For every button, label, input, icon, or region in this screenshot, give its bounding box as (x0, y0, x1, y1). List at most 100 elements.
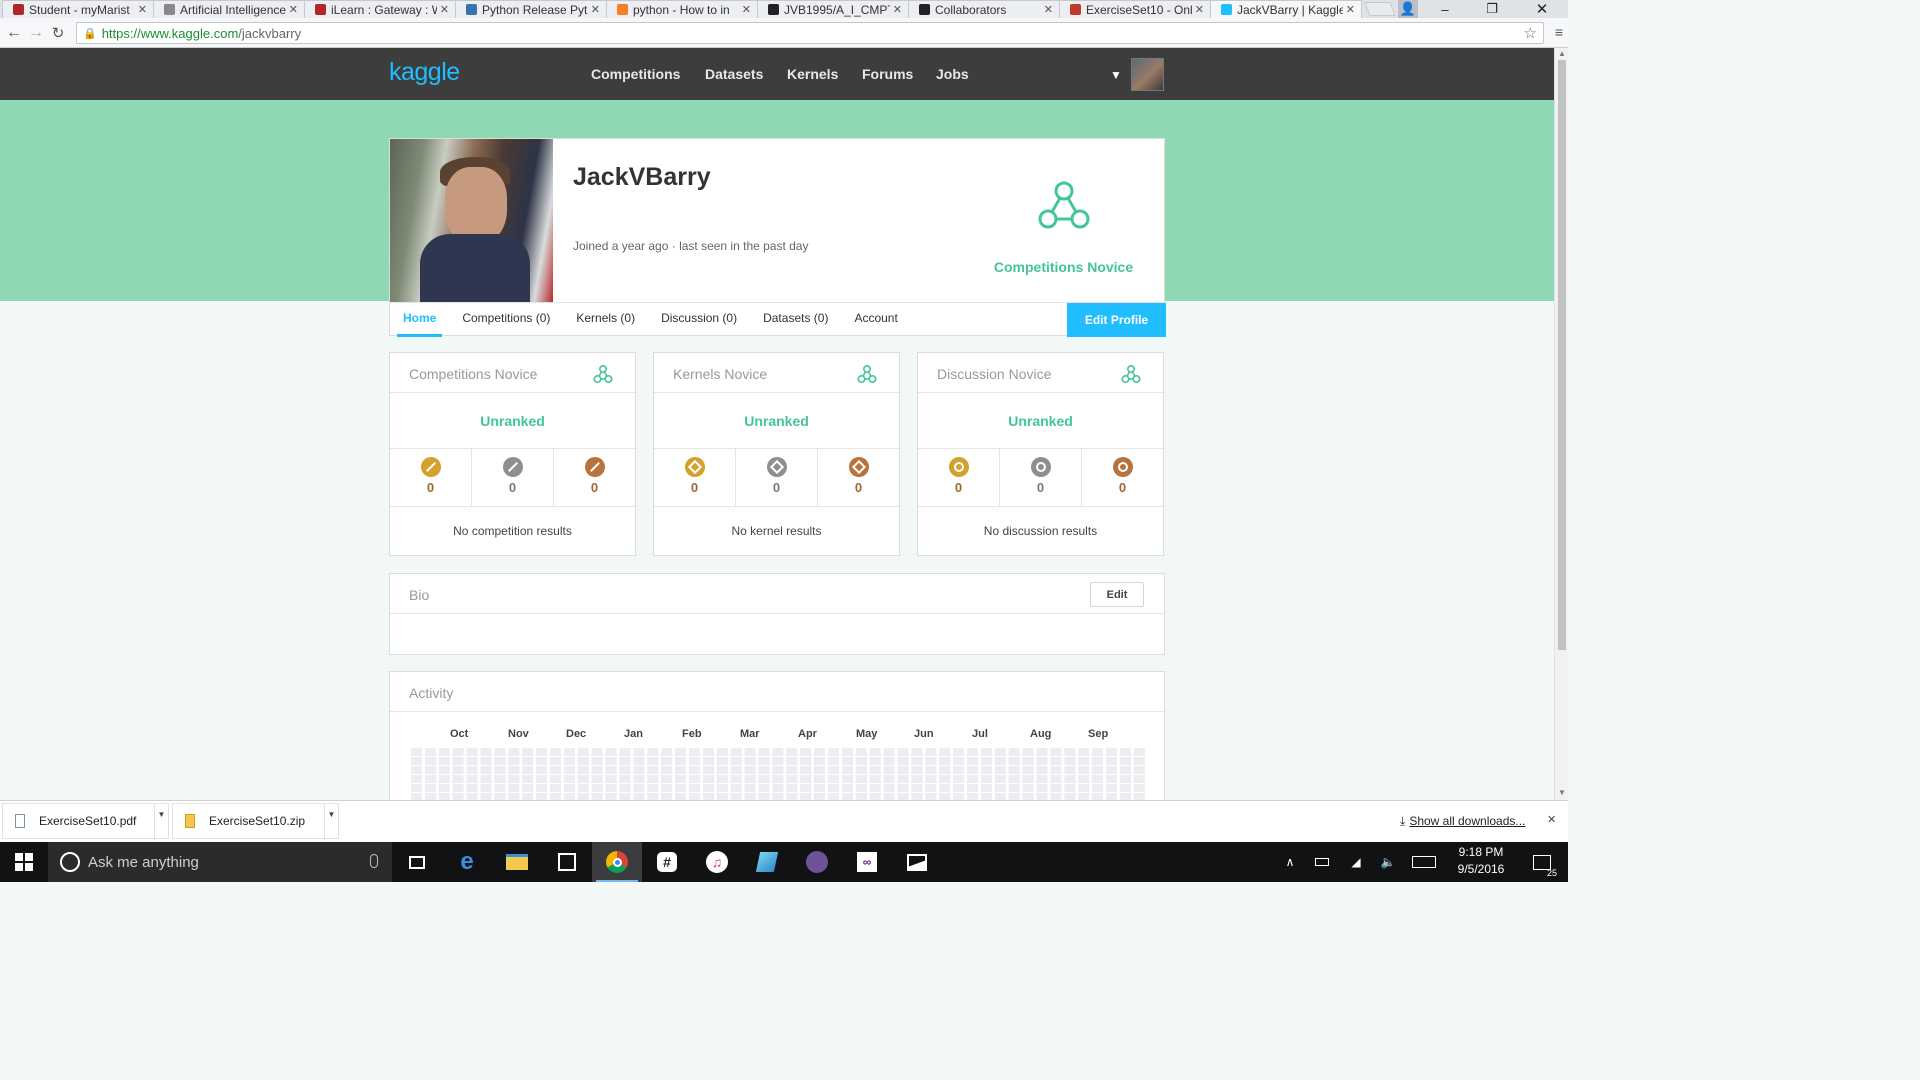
photos-button[interactable] (892, 842, 942, 882)
minimize-button[interactable]: – (1430, 0, 1460, 18)
activity-day-cell (633, 766, 645, 774)
show-all-downloads-link[interactable]: ⤓ Show all downloads... (1400, 814, 1525, 829)
windows-logo-icon (15, 853, 33, 871)
start-button[interactable] (0, 842, 48, 882)
itunes-button[interactable]: ♫ (692, 842, 742, 882)
download-menu-chevron-icon[interactable]: ▼ (154, 804, 168, 840)
activity-month-label: Sep (1088, 728, 1109, 740)
activity-day-cell (841, 793, 853, 800)
tray-chevron-icon[interactable]: ∧ (1280, 842, 1300, 882)
close-tab-icon[interactable]: ✕ (1346, 3, 1355, 16)
tab-competitions[interactable]: Competitions (0) (462, 303, 550, 337)
notifications-button[interactable]: 25 (1524, 842, 1560, 882)
volume-icon[interactable]: 🔈 (1378, 842, 1398, 882)
browser-tab[interactable]: iLearn : Gateway : W ✕ (304, 0, 456, 18)
task-view-button[interactable] (392, 842, 442, 882)
browser-tab[interactable]: Collaborators ✕ (908, 0, 1060, 18)
wifi-icon[interactable]: ◢ (1346, 842, 1366, 882)
slack-button[interactable]: # (642, 842, 692, 882)
tab-home[interactable]: Home (396, 303, 443, 337)
activity-day-cell (1022, 766, 1034, 774)
activity-day-cell (438, 784, 450, 792)
nav-forums[interactable]: Forums (862, 66, 913, 82)
activity-day-cell (1008, 748, 1020, 756)
browser-tab[interactable]: ExerciseSet10 - Onl ✕ (1059, 0, 1211, 18)
reload-icon: ↻ (51, 24, 65, 42)
edge-button[interactable]: e (442, 842, 492, 882)
visual-studio-button[interactable]: ∞ (842, 842, 892, 882)
system-clock[interactable]: 9:18 PM 9/5/2016 (1448, 844, 1514, 878)
nav-jobs[interactable]: Jobs (936, 66, 969, 82)
back-button[interactable]: ← (3, 24, 25, 42)
file-explorer-button[interactable] (492, 842, 542, 882)
nav-competitions[interactable]: Competitions (591, 66, 680, 82)
activity-day-cell (1050, 784, 1062, 792)
search-box[interactable]: Ask me anything (48, 842, 392, 882)
activity-day-cell (883, 766, 895, 774)
browser-tab[interactable]: JVB1995/A_I_CMPT ✕ (757, 0, 909, 18)
close-tab-icon[interactable]: ✕ (289, 3, 298, 16)
browser-menu-icon[interactable]: ≡ (1555, 24, 1563, 40)
edit-profile-button[interactable]: Edit Profile (1067, 303, 1166, 337)
activity-day-cell (758, 784, 770, 792)
activity-day-cell (911, 793, 923, 800)
tab-datasets[interactable]: Datasets (0) (763, 303, 828, 337)
nav-kernels[interactable]: Kernels (787, 66, 838, 82)
new-tab-button[interactable] (1364, 2, 1396, 16)
tab-kernels[interactable]: Kernels (0) (576, 303, 635, 337)
download-item[interactable]: ExerciseSet10.zip ▼ (172, 803, 339, 840)
activity-day-cell (633, 775, 645, 783)
download-item[interactable]: ExerciseSet10.pdf ▼ (2, 803, 169, 840)
close-tab-icon[interactable]: ✕ (591, 3, 600, 16)
browser-tab[interactable]: Artificial Intelligence ✕ (153, 0, 305, 18)
activity-day-cell (730, 757, 742, 765)
tab-discussion[interactable]: Discussion (0) (661, 303, 737, 337)
search-placeholder: Ask me anything (88, 853, 199, 871)
activity-day-cell (1022, 757, 1034, 765)
close-tab-icon[interactable]: ✕ (1195, 3, 1204, 16)
battery-icon[interactable] (1312, 842, 1332, 882)
activity-day-cell (689, 793, 700, 800)
download-menu-chevron-icon[interactable]: ▼ (324, 804, 338, 840)
browser-tab-title: Artificial Intelligence (180, 2, 286, 17)
close-window-button[interactable]: ✕ (1525, 0, 1559, 18)
store-button[interactable] (542, 842, 592, 882)
medal-row: 0 0 0 (918, 449, 1163, 507)
close-icon[interactable]: ✕ (1547, 813, 1556, 826)
activity-day-cell (550, 793, 561, 800)
activity-day-cell (967, 757, 978, 765)
browser-tab-title: ExerciseSet10 - Onl (1086, 2, 1192, 17)
profile-icon[interactable]: 👤 (1398, 0, 1418, 18)
reload-button[interactable]: ↻ (47, 24, 69, 42)
browser-tab[interactable]: Student - myMarist ✕ (2, 0, 154, 18)
chrome-button[interactable] (592, 842, 642, 882)
scrollbar-thumb[interactable] (1558, 60, 1566, 650)
nav-datasets[interactable]: Datasets (705, 66, 763, 82)
close-tab-icon[interactable]: ✕ (893, 3, 902, 16)
restore-button[interactable]: ❐ (1477, 0, 1507, 18)
page-scrollbar[interactable]: ▲ ▼ (1554, 48, 1568, 800)
activity-day-cell (438, 748, 450, 756)
download-filename: ExerciseSet10.zip (209, 814, 306, 828)
activity-day-cell (494, 793, 506, 800)
close-tab-icon[interactable]: ✕ (1044, 3, 1053, 16)
browser-tab[interactable]: python - How to in ✕ (606, 0, 758, 18)
close-tab-icon[interactable]: ✕ (742, 3, 751, 16)
microphone-icon[interactable] (370, 854, 378, 868)
url-input[interactable]: 🔒 https://www.kaggle.com/jackvbarry ☆ (76, 22, 1544, 44)
bio-edit-button[interactable]: Edit (1090, 582, 1144, 607)
chevron-down-icon[interactable]: ▼ (1110, 68, 1122, 82)
app-button[interactable] (742, 842, 792, 882)
github-button[interactable] (792, 842, 842, 882)
activity-day-cell (911, 757, 923, 765)
browser-tab[interactable]: Python Release Pyth ✕ (455, 0, 607, 18)
keyboard-icon[interactable] (1410, 842, 1438, 882)
star-icon[interactable]: ☆ (1524, 24, 1537, 42)
tab-account[interactable]: Account (854, 303, 897, 337)
kaggle-logo[interactable]: kaggle (389, 58, 460, 87)
browser-tab[interactable]: JackVBarry | Kaggle ✕ (1210, 0, 1362, 18)
forward-button[interactable]: → (25, 24, 47, 42)
close-tab-icon[interactable]: ✕ (138, 3, 147, 16)
avatar[interactable] (1131, 58, 1164, 91)
close-tab-icon[interactable]: ✕ (440, 3, 449, 16)
